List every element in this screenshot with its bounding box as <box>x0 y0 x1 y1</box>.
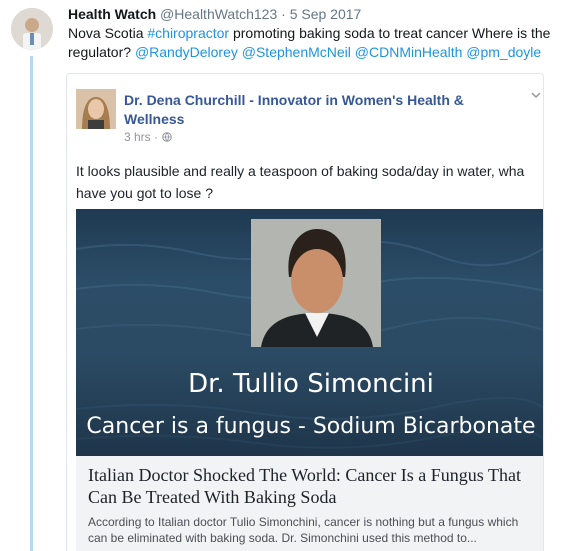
thread-line <box>30 56 33 551</box>
image-title: Dr. Tullio Simoncini <box>188 369 434 399</box>
mention-link[interactable]: @StephenMcNeil <box>242 44 351 60</box>
fb-author-avatar[interactable] <box>76 89 116 129</box>
fb-post-time: 3 hrs · <box>124 130 159 144</box>
avatar-image-icon <box>11 8 53 50</box>
fb-post-text-line1: It looks plausible and really a teaspoon… <box>76 163 525 179</box>
tweet-header: Health Watch @HealthWatch123 · 5 Sep 201… <box>68 6 361 22</box>
image-subtitle: Cancer is a fungus - Sodium Bicarbonate <box>86 414 536 439</box>
embedded-facebook-post[interactable]: Dr. Dena Churchill - Innovator in Women'… <box>66 73 544 551</box>
fb-time-value[interactable]: 3 hrs <box>124 130 151 144</box>
fb-author-name[interactable]: Dr. Dena Churchill - Innovator in Women'… <box>124 91 494 129</box>
user-avatar[interactable] <box>11 8 53 50</box>
portrait-photo-icon <box>251 219 381 347</box>
tweet-text-part1: Nova Scotia <box>68 25 148 41</box>
shared-link-headline[interactable]: Italian Doctor Shocked The World: Cancer… <box>88 464 538 508</box>
mention-link[interactable]: @pm_doyle <box>466 44 541 60</box>
globe-icon <box>162 132 172 142</box>
shared-link-image[interactable]: Dr. Tullio Simoncini Cancer is a fungus … <box>76 209 543 456</box>
fb-post-text-line2: have you got to lose ? <box>76 185 213 201</box>
mention-link[interactable]: @CDNMinHealth <box>355 44 463 60</box>
shared-link-description: According to Italian doctor Tulio Simonc… <box>88 515 519 545</box>
tweet-author-handle[interactable]: @HealthWatch123 <box>160 6 277 22</box>
tweet-separator: · <box>281 6 286 22</box>
mention-link[interactable]: @RandyDelorey <box>135 44 238 60</box>
author-photo-icon <box>76 89 116 129</box>
chevron-down-icon[interactable] <box>531 90 541 100</box>
tweet-author-name[interactable]: Health Watch <box>68 6 156 22</box>
fb-post-text: It looks plausible and really a teaspoon… <box>76 160 543 204</box>
tweet-date[interactable]: 5 Sep 2017 <box>290 6 362 22</box>
hashtag-link[interactable]: #chiropractor <box>147 25 229 41</box>
shared-link-box[interactable]: Italian Doctor Shocked The World: Cancer… <box>76 456 543 551</box>
tweet-text: Nova Scotia #chiropractor promoting baki… <box>68 24 568 62</box>
doctor-portrait <box>251 219 381 347</box>
